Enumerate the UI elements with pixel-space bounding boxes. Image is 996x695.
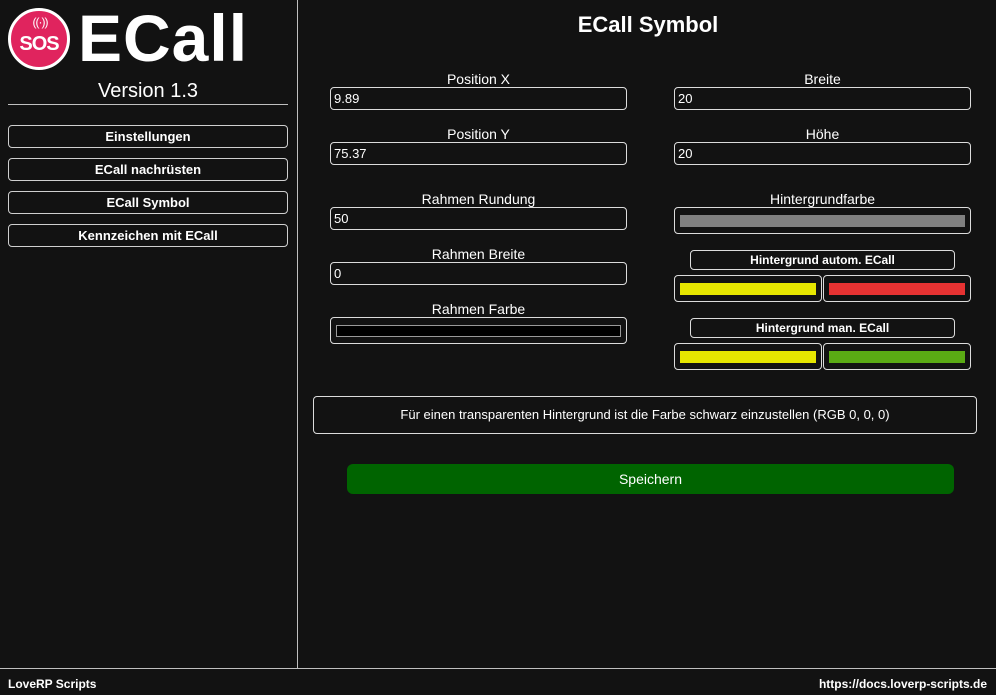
man-ecall-color2-swatch (829, 351, 965, 363)
nav-einstellungen-button[interactable]: Einstellungen (8, 125, 288, 148)
man-ecall-color2-picker[interactable] (823, 343, 971, 370)
auto-ecall-color2-picker[interactable] (823, 275, 971, 302)
nav-kennzeichen-button[interactable]: Kennzeichen mit ECall (8, 224, 288, 247)
footer-brand: LoveRP Scripts (8, 677, 97, 691)
man-ecall-color1-picker[interactable] (674, 343, 822, 370)
hintergrundfarbe-label: Hintergrundfarbe (769, 191, 876, 207)
breite-label: Breite (804, 71, 841, 87)
position-x-input[interactable]: 9.89 (330, 87, 627, 110)
signal-waves-icon: ((·)) (32, 15, 49, 29)
breite-input[interactable]: 20 (674, 87, 971, 110)
rahmen-breite-input[interactable]: 0 (330, 262, 627, 285)
auto-ecall-color2-swatch (829, 283, 965, 295)
rahmen-breite-label: Rahmen Breite (431, 246, 526, 262)
man-ecall-heading: Hintergrund man. ECall (690, 318, 955, 338)
logo-text: ECall (78, 1, 249, 75)
rahmen-rundung-input[interactable]: 50 (330, 207, 627, 230)
auto-ecall-color1-picker[interactable] (674, 275, 822, 302)
version-label: Version 1.3 (97, 80, 199, 102)
rahmen-rundung-label: Rahmen Rundung (421, 191, 536, 207)
man-ecall-color1-swatch (680, 351, 816, 363)
footer: LoveRP Scripts https://docs.loverp-scrip… (0, 668, 996, 695)
footer-docs-link[interactable]: https://docs.loverp-scripts.de (819, 677, 987, 691)
ecall-logo: ((·)) SOS ECall (8, 1, 288, 75)
auto-ecall-color1-swatch (680, 283, 816, 295)
rahmen-farbe-label: Rahmen Farbe (431, 301, 526, 317)
rahmen-farbe-swatch (336, 325, 621, 337)
page-title: ECall Symbol (577, 12, 719, 37)
divider (8, 104, 288, 105)
sidebar: ((·)) SOS ECall Version 1.3 Einstellunge… (0, 0, 298, 668)
auto-ecall-heading: Hintergrund autom. ECall (690, 250, 955, 270)
hintergrundfarbe-picker[interactable] (674, 207, 971, 234)
hoehe-label: Höhe (805, 126, 840, 142)
nav-ecall-nachruesten-button[interactable]: ECall nachrüsten (8, 158, 288, 181)
sos-icon: ((·)) SOS (8, 8, 70, 70)
transparency-note: Für einen transparenten Hintergrund ist … (313, 396, 977, 434)
rahmen-farbe-picker[interactable] (330, 317, 627, 344)
hoehe-input[interactable]: 20 (674, 142, 971, 165)
position-y-label: Position Y (447, 126, 510, 142)
nav-ecall-symbol-button[interactable]: ECall Symbol (8, 191, 288, 214)
hintergrundfarbe-swatch (680, 215, 965, 227)
position-x-label: Position X (446, 71, 511, 87)
position-y-input[interactable]: 75.37 (330, 142, 627, 165)
sos-badge-text: SOS (19, 33, 59, 55)
save-button[interactable]: Speichern (347, 464, 954, 494)
